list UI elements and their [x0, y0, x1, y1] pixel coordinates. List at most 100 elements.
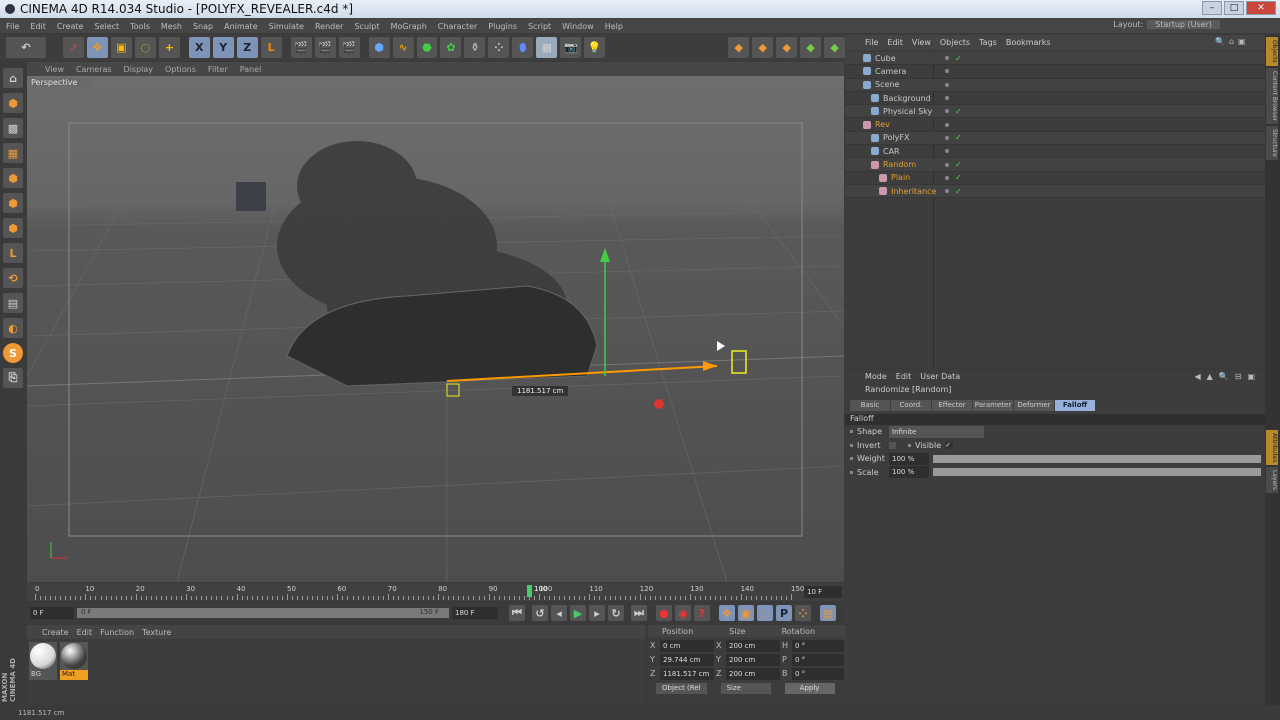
side-tab-attributes[interactable]: Attributes	[1266, 429, 1278, 466]
object-name[interactable]: Rev	[875, 120, 945, 129]
move-icon[interactable]: ✥	[86, 37, 108, 58]
apply-button[interactable]: Apply	[784, 683, 835, 694]
visibility-dot[interactable]	[945, 135, 949, 140]
object-row[interactable]: Scene	[845, 78, 1265, 92]
snap-icon[interactable]: ▤	[3, 293, 23, 313]
new-window-icon[interactable]: ▣	[1247, 372, 1255, 381]
prev-key-icon[interactable]: ↺	[532, 605, 548, 621]
menu-character[interactable]: Character	[438, 22, 478, 33]
menu-render[interactable]: Render	[315, 22, 343, 33]
snap-settings-icon[interactable]: S	[3, 343, 23, 363]
object-name[interactable]: PolyFX	[883, 133, 945, 142]
visible-checkbox[interactable]: ✓	[945, 441, 954, 450]
weight-slider[interactable]	[933, 454, 1261, 463]
viewport-menu-display[interactable]: Display	[124, 65, 154, 76]
object-name[interactable]: CAR	[883, 147, 945, 156]
viewport-menu-options[interactable]: Options	[165, 65, 196, 76]
coordinate-system-icon[interactable]: L	[260, 37, 282, 58]
goto-start-icon[interactable]: ⏮	[509, 605, 525, 621]
key-scale-icon[interactable]: ▣	[738, 605, 754, 621]
object-menu-view[interactable]: View	[912, 38, 931, 50]
current-frame-field[interactable]: 10 F	[804, 586, 842, 598]
layout-selector[interactable]: Layout: Startup (User)	[1113, 20, 1220, 29]
object-menu-tags[interactable]: Tags	[979, 38, 997, 50]
spline-icon[interactable]: ∿	[392, 37, 414, 58]
search-icon[interactable]: 🔍	[1215, 37, 1225, 46]
rotation-field[interactable]: 0 °	[792, 639, 844, 652]
enabled-check-icon[interactable]: ✓	[955, 107, 962, 116]
menu-sculpt[interactable]: Sculpt	[354, 22, 379, 33]
menu-select[interactable]: Select	[94, 22, 119, 33]
object-menu-file[interactable]: File	[865, 38, 878, 50]
attribute-menu-user-data[interactable]: User Data	[920, 372, 960, 384]
material-swatch[interactable]: Mat	[60, 642, 88, 680]
mograph-cloner-icon[interactable]: ◆	[728, 37, 750, 58]
material-menu-create[interactable]: Create	[42, 628, 69, 639]
new-window-icon[interactable]: ▣	[1238, 37, 1246, 46]
polygons-mode-icon[interactable]: ⬢	[3, 218, 23, 238]
attribute-menu-mode[interactable]: Mode	[865, 372, 887, 384]
visibility-dot[interactable]	[945, 122, 949, 127]
mograph-fracture-icon[interactable]: ◆	[752, 37, 774, 58]
render-picture-viewer-icon[interactable]: 🎬	[314, 37, 336, 58]
tweak-mode-icon[interactable]: ⟲	[3, 268, 23, 288]
cube-icon[interactable]: ⬢	[368, 37, 390, 58]
visibility-dot[interactable]	[945, 82, 949, 87]
material-menu-function[interactable]: Function	[100, 628, 134, 639]
visibility-dot[interactable]	[945, 149, 949, 154]
mograph-matrix-icon[interactable]: ◆	[776, 37, 798, 58]
goto-end-icon[interactable]: ⏭	[631, 605, 647, 621]
key-position-icon[interactable]: ✥	[719, 605, 735, 621]
size-field[interactable]: 200 cm	[726, 639, 780, 652]
side-tab-layers[interactable]: Layers	[1266, 467, 1278, 494]
axis-mode-icon[interactable]: L	[3, 243, 23, 263]
menu-plugins[interactable]: Plugins	[488, 22, 517, 33]
object-row[interactable]: Plain ✓	[845, 172, 1265, 185]
object-row[interactable]: Cube ✓	[845, 52, 1265, 66]
tab-falloff[interactable]: Falloff	[1055, 400, 1095, 411]
visibility-dot[interactable]	[945, 69, 949, 74]
invert-checkbox[interactable]	[889, 441, 896, 449]
menu-create[interactable]: Create	[57, 22, 84, 33]
object-name[interactable]: Physical Sky	[883, 107, 945, 116]
autokey-icon[interactable]: ◉	[675, 605, 691, 621]
menu-edit[interactable]: Edit	[30, 22, 46, 33]
lock-workplane-icon[interactable]: ⎘	[3, 368, 23, 388]
visibility-dot[interactable]	[945, 175, 949, 180]
menu-tools[interactable]: Tools	[130, 22, 150, 33]
key-parameter-icon[interactable]: P	[776, 605, 792, 621]
points-mode-icon[interactable]: ⬢	[3, 168, 23, 188]
back-arrow-icon[interactable]: ◀	[1194, 372, 1200, 381]
material-menu-edit[interactable]: Edit	[77, 628, 93, 639]
x-axis-icon[interactable]: X	[188, 37, 210, 58]
search-icon[interactable]: 🔍	[1219, 372, 1229, 381]
texture-mode-icon[interactable]: ▩	[3, 118, 23, 138]
sculpt-icon[interactable]: ◐	[3, 318, 23, 338]
menu-snap[interactable]: Snap	[193, 22, 213, 33]
layout-value[interactable]: Startup (User)	[1147, 20, 1220, 29]
keyframe-selection-icon[interactable]: ?	[694, 605, 710, 621]
lock-icon[interactable]: ⊟	[1235, 372, 1242, 381]
next-key-icon[interactable]: ↻	[608, 605, 624, 621]
light-icon[interactable]: 💡	[584, 37, 606, 58]
make-editable-icon[interactable]: ⌂	[3, 68, 23, 88]
visibility-dot[interactable]	[945, 56, 949, 61]
start-frame-field[interactable]: 0 F	[30, 607, 74, 619]
visibility-dot[interactable]	[945, 96, 949, 101]
menu-window[interactable]: Window	[562, 22, 594, 33]
weight-field[interactable]: 100 %	[889, 452, 929, 465]
visibility-dot[interactable]	[945, 109, 949, 114]
particle-icon[interactable]: ⁘	[488, 37, 510, 58]
mograph-effector-icon[interactable]: ◆	[800, 37, 822, 58]
enabled-check-icon[interactable]: ✓	[955, 187, 962, 196]
tab-effector[interactable]: Effector	[932, 400, 972, 411]
object-name[interactable]: Background	[883, 94, 945, 103]
nurbs-icon[interactable]: ⬣	[416, 37, 438, 58]
up-arrow-icon[interactable]: ▲	[1207, 372, 1213, 381]
object-row[interactable]: Physical Sky ✓	[845, 105, 1265, 119]
object-name[interactable]: Plain	[891, 173, 945, 182]
material-swatch[interactable]: BG	[29, 642, 57, 680]
menu-file[interactable]: File	[6, 22, 19, 33]
minimize-button[interactable]: –	[1202, 1, 1222, 15]
object-name[interactable]: Cube	[875, 54, 945, 63]
